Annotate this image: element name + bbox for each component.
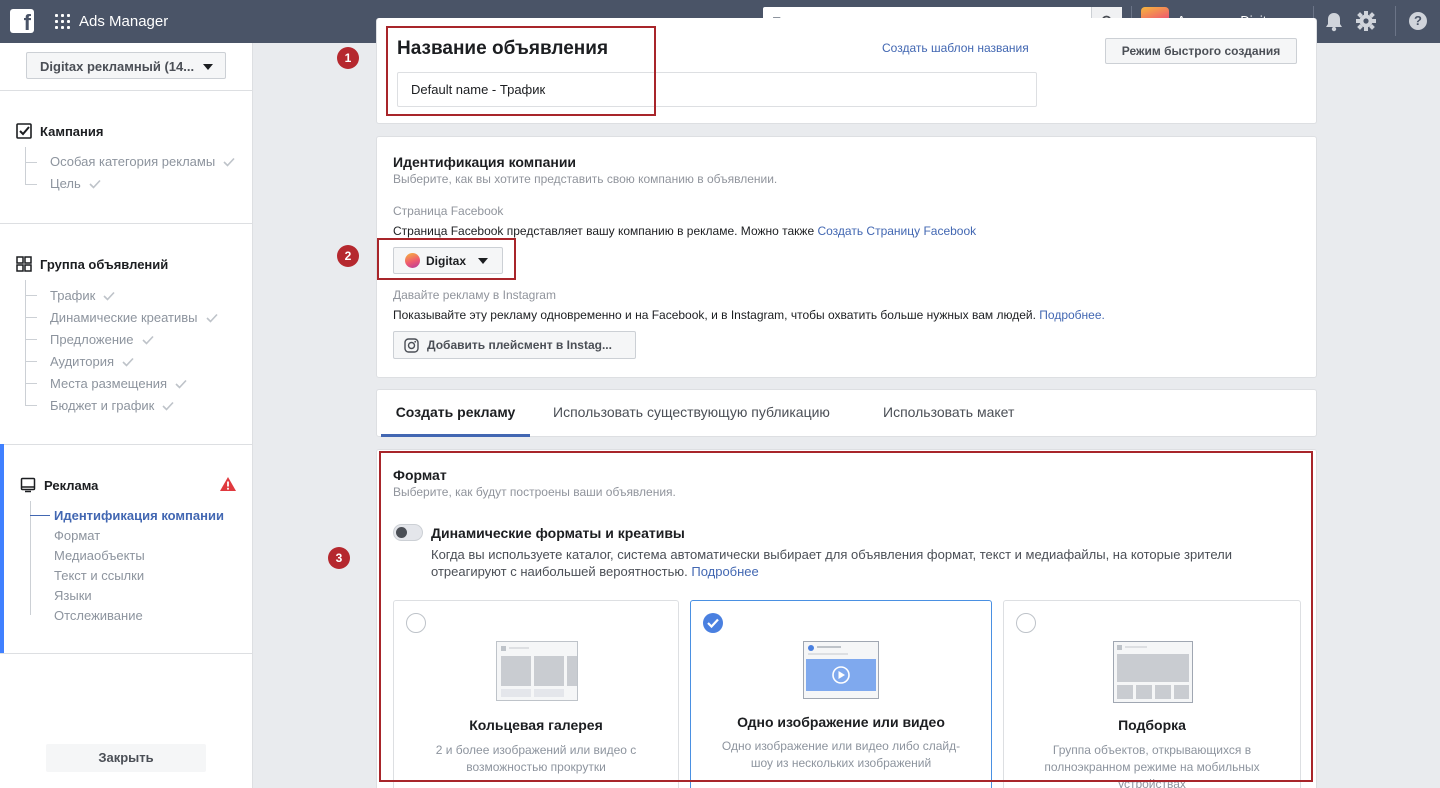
add-instagram-placement-button[interactable]: Добавить плейсмент в Instag... [393,331,636,359]
identity-title: Идентификация компании [393,154,577,170]
check-icon [223,157,235,167]
sidebar-item-dynamic-creative[interactable]: Динамические креативы [50,310,218,325]
check-icon [162,401,174,411]
sidebar-divider [0,444,252,445]
sidebar-section-adset[interactable]: Группа объявлений [16,256,168,272]
facebook-logo-icon[interactable]: f [10,9,34,33]
close-button[interactable]: Закрыть [46,744,206,772]
sidebar-item-traffic[interactable]: Трафик [50,288,115,303]
sidebar-section-campaign[interactable]: Кампания [16,123,103,139]
sidebar-item-company-identity[interactable]: Идентификация компании [54,508,224,523]
check-icon [141,335,154,345]
sidebar-item-languages[interactable]: Языки [54,588,92,603]
ad-monitor-icon [20,477,36,493]
sidebar: Digitax рекламный (14... Кампания Особая… [0,43,253,788]
instagram-description: Показывайте эту рекламу одновременно и н… [393,308,1105,322]
bell-icon[interactable] [1324,11,1344,32]
check-icon [205,313,218,323]
instagram-icon [404,337,419,353]
identity-panel: Идентификация компании Выберите, как вы … [376,136,1317,378]
tab-use-existing-post[interactable]: Использовать существующую публикацию [553,390,830,437]
warning-icon [220,477,236,491]
tab-create-ad[interactable]: Создать рекламу [381,390,530,437]
app-title: Ads Manager [79,13,169,30]
topbar-divider [1395,6,1396,36]
account-select-label: Digitax рекламный (14... [40,59,195,74]
sidebar-item-tracking[interactable]: Отслеживание [54,608,143,623]
sidebar-divider [0,90,252,91]
sidebar-item-placements[interactable]: Места размещения [50,376,187,391]
create-facebook-page-link[interactable]: Создать Страницу Facebook [817,224,976,238]
annotation-box-3 [379,451,1313,782]
annotation-badge-2: 2 [337,245,359,267]
sidebar-section-ad[interactable]: Реклама [20,477,98,493]
creation-tabs: Создать рекламу Использовать существующу… [376,389,1317,437]
sidebar-active-indicator [0,444,4,654]
apps-grid-icon[interactable] [55,14,70,29]
grid-icon [16,256,32,272]
create-name-template-link[interactable]: Создать шаблон названия [882,41,1029,55]
sidebar-item-format[interactable]: Формат [54,528,100,543]
sidebar-section-title: Группа объявлений [40,256,169,272]
sidebar-section-title: Кампания [40,123,104,139]
chevron-down-icon [203,64,213,70]
annotation-box-1 [386,26,656,116]
identity-subtitle: Выберите, как вы хотите представить свою… [393,172,778,186]
facebook-page-label: Страница Facebook [393,204,504,218]
sidebar-divider [0,223,252,224]
sidebar-item-offer[interactable]: Предложение [50,332,154,347]
facebook-page-description: Страница Facebook представляет вашу комп… [393,224,977,238]
annotation-box-2 [377,238,516,280]
gear-icon[interactable] [1355,10,1377,32]
sidebar-item-text-links[interactable]: Текст и ссылки [54,568,144,583]
sidebar-item-audience[interactable]: Аудитория [50,354,134,369]
annotation-badge-3: 3 [328,547,350,569]
sidebar-item-objective[interactable]: Цель [50,176,101,191]
checkbox-checked-icon [16,123,32,139]
annotation-badge-1: 1 [337,47,359,69]
tab-use-mockup[interactable]: Использовать макет [883,390,1014,437]
help-icon[interactable]: ? [1409,12,1427,30]
check-icon [89,179,101,189]
sidebar-divider [0,653,252,654]
sidebar-item-budget[interactable]: Бюджет и график [50,398,174,413]
account-select[interactable]: Digitax рекламный (14... [26,52,226,79]
sidebar-item-special-category[interactable]: Особая категория рекламы [50,154,235,169]
learn-more-link[interactable]: Подробнее. [1039,308,1105,322]
sidebar-item-media[interactable]: Медиаобъекты [54,548,145,563]
check-icon [103,291,115,301]
instagram-label: Давайте рекламу в Instagram [393,288,556,302]
check-icon [122,357,134,367]
quick-creation-mode-button[interactable]: Режим быстрого создания [1105,38,1297,64]
check-icon [175,379,187,389]
sidebar-section-title: Реклама [44,477,99,493]
